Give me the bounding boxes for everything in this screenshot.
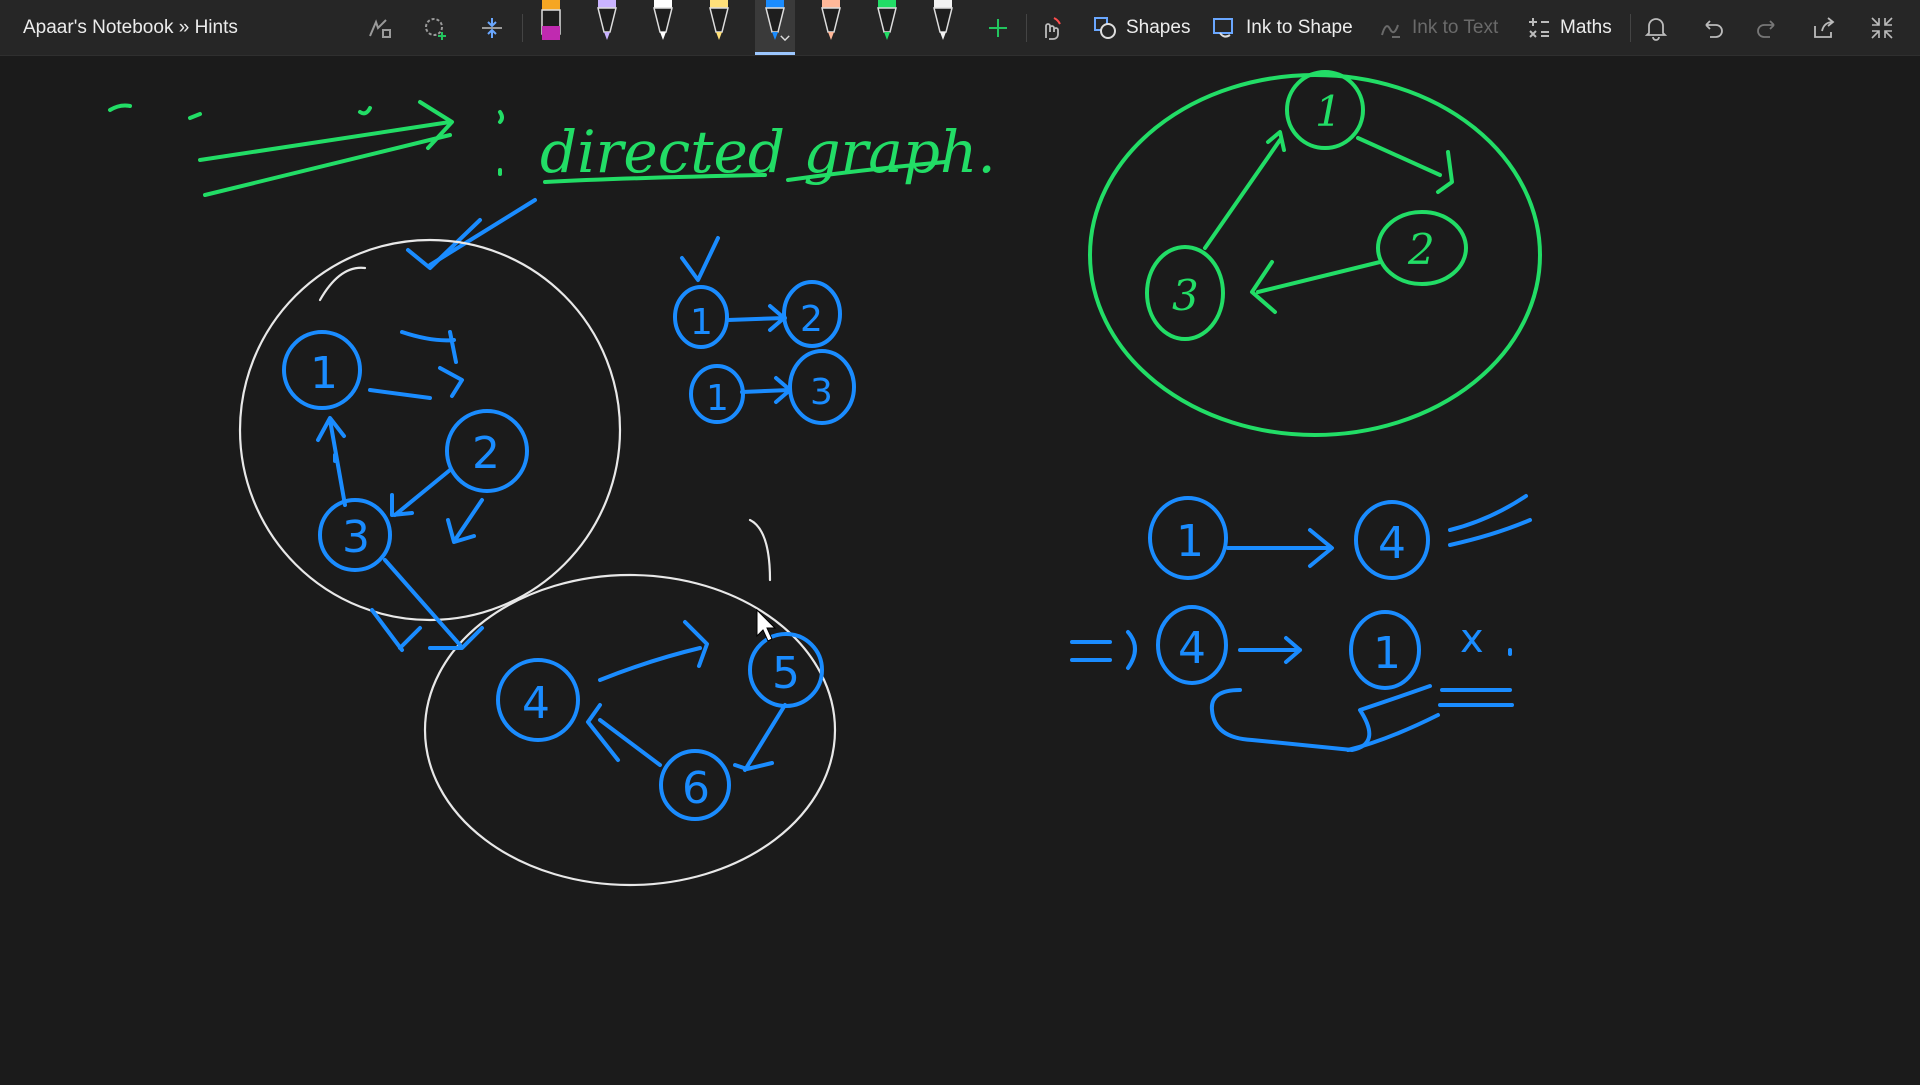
maths-icon (1529, 18, 1549, 38)
pen-lavender-icon[interactable] (587, 0, 627, 52)
share-icon[interactable] (1804, 8, 1844, 48)
pen-yellow-icon[interactable] (699, 0, 739, 52)
ink-drawing: directed graph. 1 2 3 4 5 6 1 2 1 3 1 2 … (108, 70, 1542, 887)
add-pen-icon[interactable] (978, 8, 1018, 48)
pen-peach-icon[interactable] (811, 0, 851, 52)
green-node-1: 1 (1315, 87, 1342, 136)
node-1-label: 1 (310, 348, 338, 399)
pen-orange-highlighter-icon[interactable] (531, 0, 571, 52)
node-3-label: 3 (342, 512, 370, 563)
shapes-icon (1094, 17, 1116, 39)
right-node-4b: 4 (1178, 623, 1206, 674)
ink-to-shape-icon (1213, 18, 1233, 38)
maths-button[interactable]: Maths (1526, 0, 1612, 56)
green-node-2: 2 (1407, 225, 1435, 274)
maths-label: Maths (1560, 17, 1612, 38)
pen-green-icon[interactable] (867, 0, 907, 52)
node-5-label: 5 (772, 648, 800, 699)
exit-fullscreen-icon[interactable] (1862, 8, 1902, 48)
pen-white-icon[interactable] (643, 0, 683, 52)
chevron-down-icon[interactable] (775, 28, 795, 48)
shapes-label: Shapes (1126, 17, 1191, 38)
lasso-select-icon[interactable] (360, 8, 400, 48)
scc-circle-bottom-start (748, 518, 772, 582)
right-node-1a: 1 (1176, 516, 1204, 567)
scc-circle-top-start (318, 266, 367, 302)
graph-small-pairs: 1 2 1 3 (673, 236, 856, 425)
undo-icon[interactable] (1692, 8, 1732, 48)
graph-bottom-cluster: 4 5 6 (496, 620, 824, 821)
redo-icon[interactable] (1748, 8, 1788, 48)
scc-circle-top (238, 238, 622, 622)
directed-graph-heading: directed graph. (540, 118, 996, 186)
node-4-label: 4 (522, 678, 550, 729)
right-node-1b: 1 (1373, 628, 1401, 679)
pen-white-2-icon[interactable] (923, 0, 963, 52)
cross-mark: x (1460, 616, 1484, 662)
green-arrow-scribble (108, 100, 504, 197)
ink-to-text-label: Ink to Text (1412, 17, 1499, 38)
graph-left-cluster: 1 2 3 (282, 330, 529, 652)
small-node-1b: 1 (706, 378, 729, 419)
small-node-2: 2 (800, 299, 823, 340)
heading-text: directed graph. (540, 118, 996, 186)
graph-right-examples: 1 4 4 1 x (1070, 494, 1532, 752)
ink-canvas[interactable]: directed graph. 1 2 3 4 5 6 1 2 1 3 1 2 … (0, 56, 1920, 1080)
shapes-button[interactable]: Shapes (1092, 0, 1190, 56)
insert-space-icon[interactable] (472, 8, 512, 48)
node-2-label: 2 (472, 428, 500, 479)
small-node-1a: 1 (690, 302, 713, 343)
ribbon-toolbar: Apaar's Notebook » Hints Shapes Ink to S… (0, 0, 1920, 56)
ink-to-shape-button[interactable]: Ink to Shape (1212, 0, 1353, 56)
bell-icon[interactable] (1636, 8, 1676, 48)
add-circle-icon[interactable] (416, 8, 456, 48)
small-node-3: 3 (810, 372, 833, 413)
ink-to-shape-label: Ink to Shape (1246, 17, 1353, 38)
green-node-3: 3 (1172, 271, 1199, 320)
notebook-breadcrumb[interactable]: Apaar's Notebook » Hints (23, 0, 238, 56)
checkmark-left-tail (428, 198, 537, 267)
touch-draw-icon[interactable] (1030, 8, 1070, 48)
ink-to-text-icon (1381, 24, 1400, 38)
scc-circle-bottom (423, 573, 837, 887)
right-node-4a: 4 (1378, 518, 1406, 569)
graph-green-cycle: 1 2 3 (1088, 70, 1542, 437)
node-6-label: 6 (682, 763, 710, 814)
ink-to-text-button[interactable]: Ink to Text (1378, 0, 1498, 56)
